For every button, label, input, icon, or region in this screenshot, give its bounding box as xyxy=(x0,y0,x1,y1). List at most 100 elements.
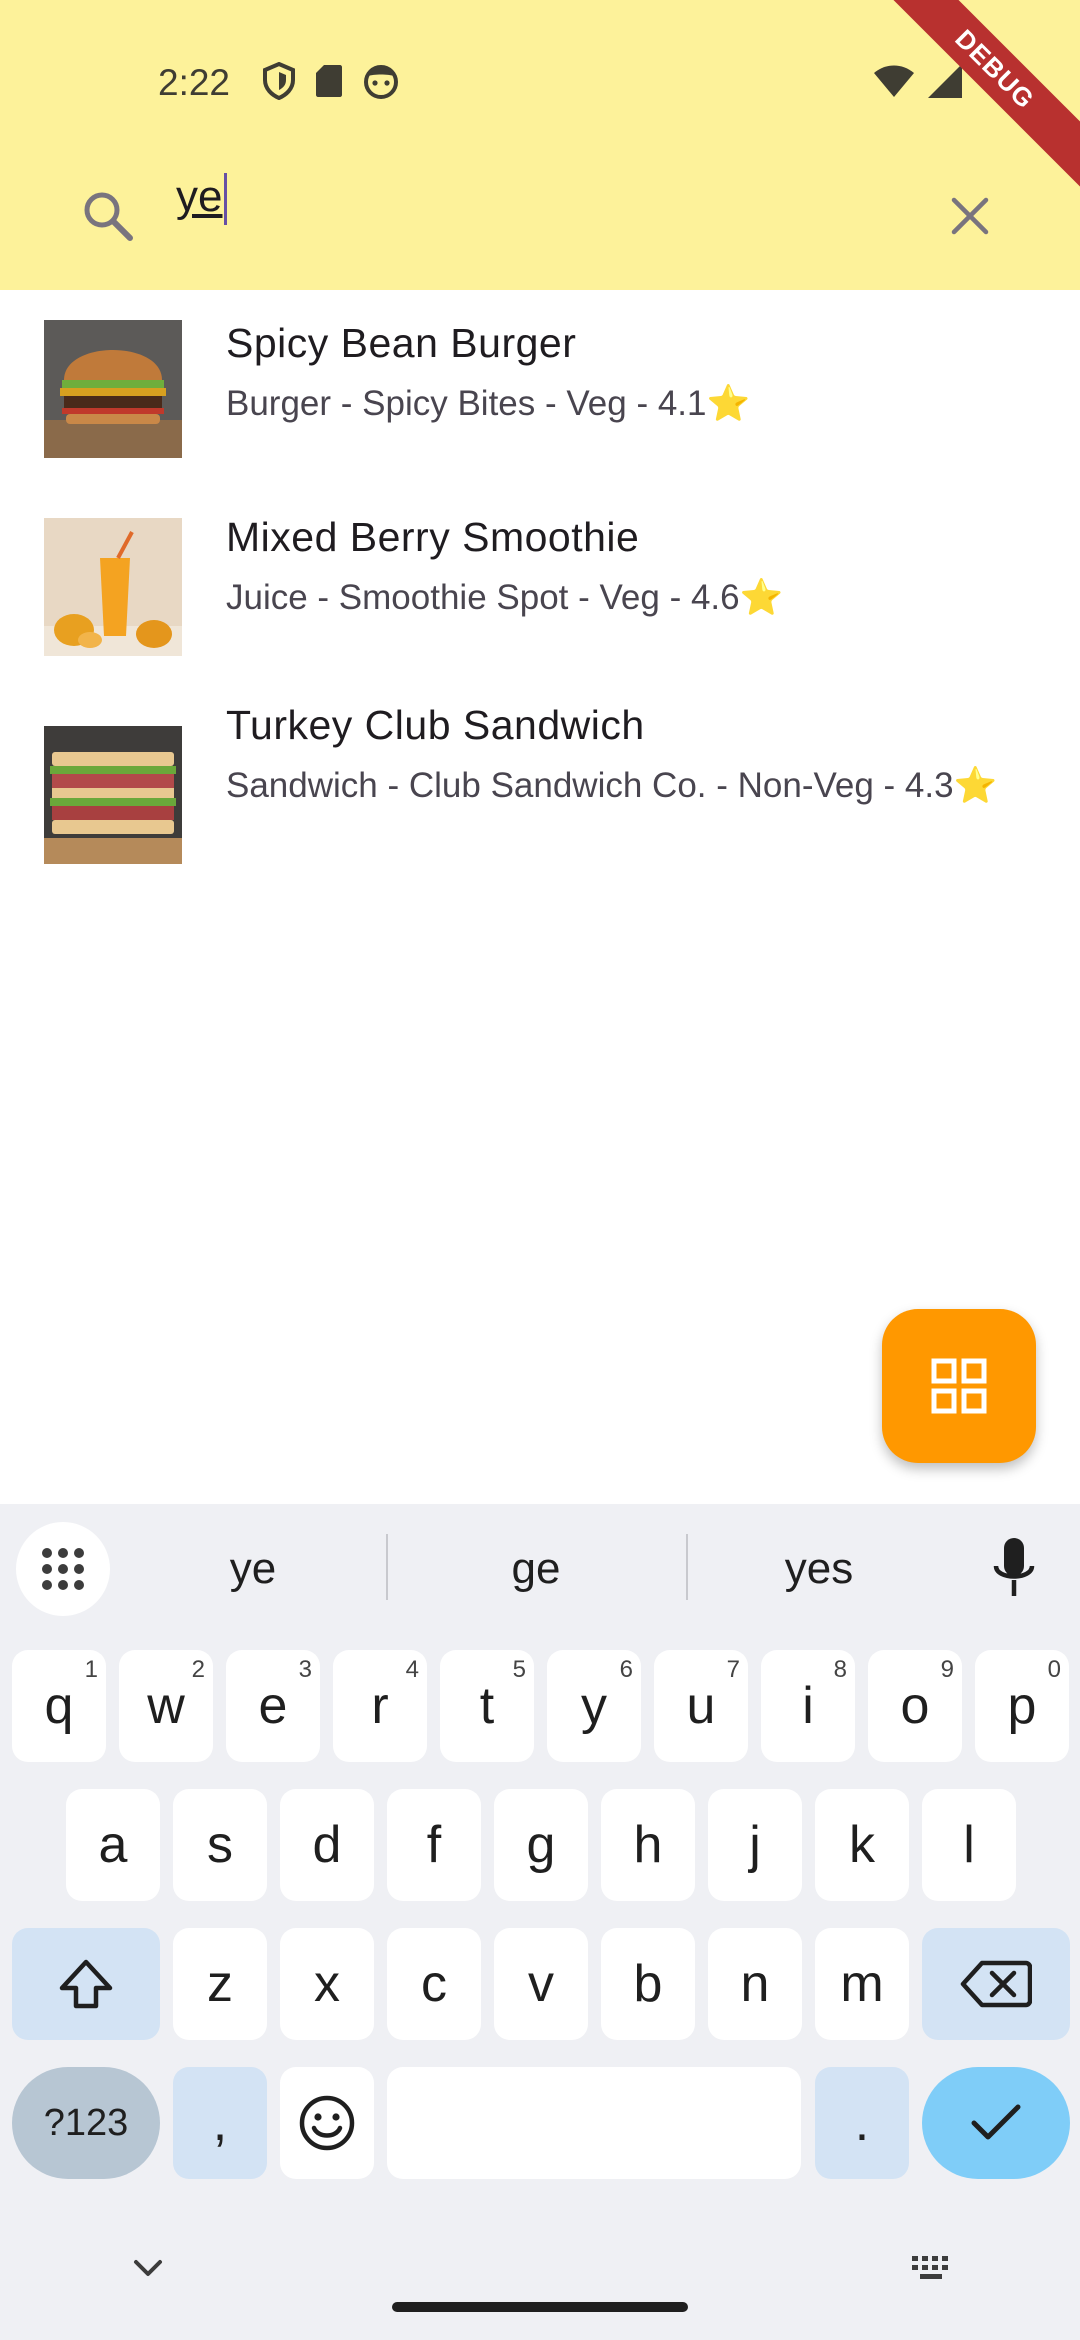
signal-icon xyxy=(928,64,962,98)
wifi-icon xyxy=(874,65,914,97)
status-icons-left xyxy=(262,62,400,100)
search-icon xyxy=(84,192,133,241)
backspace-key[interactable] xyxy=(922,1928,1070,2040)
status-time: 2:22 xyxy=(158,62,231,103)
face-icon xyxy=(364,65,398,99)
key-e[interactable]: e3 xyxy=(226,1650,320,1762)
key-hint: 2 xyxy=(191,1656,205,1683)
space-key[interactable] xyxy=(387,2067,801,2179)
key-i[interactable]: i8 xyxy=(761,1650,855,1762)
item-subtitle: Juice - Smoothie Spot - Veg - 4.6⭐ xyxy=(226,578,784,617)
key-d[interactable]: d xyxy=(280,1789,374,1901)
key-l[interactable]: l xyxy=(922,1789,1016,1901)
key-f[interactable]: f xyxy=(387,1789,481,1901)
key-hint: 6 xyxy=(619,1656,633,1683)
shift-key[interactable] xyxy=(12,1928,160,2040)
suggestion-strip: ye ge yes xyxy=(0,1504,1080,1634)
key-h[interactable]: h xyxy=(601,1789,695,1901)
key-hint: 3 xyxy=(298,1656,312,1683)
enter-key[interactable] xyxy=(922,2067,1070,2179)
key-hint: 8 xyxy=(833,1656,847,1683)
key-c[interactable]: c xyxy=(387,1928,481,2040)
home-indicator[interactable] xyxy=(392,2302,688,2312)
symbols-key[interactable]: ?123 xyxy=(12,2067,160,2179)
key-label: y xyxy=(581,1677,607,1735)
suggestion-2[interactable]: ge xyxy=(436,1544,636,1594)
backspace-icon xyxy=(960,1960,1032,2008)
chevron-down-icon[interactable] xyxy=(132,2258,164,2280)
search-input[interactable]: ye xyxy=(176,172,228,226)
key-n[interactable]: n xyxy=(708,1928,802,2040)
key-label: e xyxy=(258,1677,288,1735)
key-label: r xyxy=(371,1677,389,1735)
item-title: Mixed Berry Smoothie xyxy=(226,514,640,560)
keyboard-menu-button[interactable] xyxy=(16,1522,110,1616)
microphone-icon[interactable] xyxy=(990,1536,1038,1600)
key-x[interactable]: x xyxy=(280,1928,374,2040)
suggestion-1[interactable]: ye xyxy=(153,1544,353,1594)
grid-view-icon xyxy=(931,1358,987,1414)
key-a[interactable]: a xyxy=(66,1789,160,1901)
key-z[interactable]: z xyxy=(173,1928,267,2040)
item-subtitle: Sandwich - Club Sandwich Co. - Non-Veg -… xyxy=(226,766,998,805)
burger-image xyxy=(44,320,182,458)
grid-view-button[interactable] xyxy=(882,1309,1036,1463)
apps-grid-icon xyxy=(42,1548,84,1590)
key-hint: 7 xyxy=(726,1656,740,1683)
key-label: u xyxy=(686,1677,716,1735)
checkmark-icon xyxy=(971,2104,1021,2140)
emoji-key[interactable] xyxy=(280,2067,374,2179)
soft-keyboard: ye ge yes q1 w2 e3 r4 t5 y6 u7 i8 o9 p0 … xyxy=(0,1504,1080,2340)
key-y[interactable]: y6 xyxy=(547,1650,641,1762)
keyboard-nav-row xyxy=(0,2204,1080,2340)
sandwich-image xyxy=(44,726,182,864)
key-hint: 0 xyxy=(1047,1656,1061,1683)
key-w[interactable]: w2 xyxy=(119,1650,213,1762)
key-label: t xyxy=(479,1677,495,1735)
comma-key[interactable]: , xyxy=(173,2067,267,2179)
key-t[interactable]: t5 xyxy=(440,1650,534,1762)
key-g[interactable]: g xyxy=(494,1789,588,1901)
key-p[interactable]: p0 xyxy=(975,1650,1069,1762)
suggestion-divider xyxy=(386,1534,388,1600)
key-v[interactable]: v xyxy=(494,1928,588,2040)
suggestion-3[interactable]: yes xyxy=(719,1544,919,1594)
key-hint: 9 xyxy=(940,1656,954,1683)
shield-icon xyxy=(263,62,295,100)
key-label: o xyxy=(900,1677,930,1735)
text-caret xyxy=(224,173,228,226)
app-header: 2:22 DEBUG ye xyxy=(0,0,1080,290)
key-j[interactable]: j xyxy=(708,1789,802,1901)
emoji-icon xyxy=(299,2095,355,2151)
key-b[interactable]: b xyxy=(601,1928,695,2040)
search-input-value: ye xyxy=(176,172,223,221)
key-q[interactable]: q1 xyxy=(12,1650,106,1762)
key-hint: 1 xyxy=(84,1656,98,1683)
item-title: Turkey Club Sandwich xyxy=(226,702,645,748)
period-key[interactable]: . xyxy=(815,2067,909,2179)
key-label: p xyxy=(1007,1677,1037,1735)
item-title: Spicy Bean Burger xyxy=(226,320,577,366)
search-bar[interactable]: ye xyxy=(0,168,1080,258)
shift-icon xyxy=(59,1959,113,2009)
status-icons-right xyxy=(872,62,964,100)
suggestion-divider xyxy=(686,1534,688,1600)
smoothie-image xyxy=(44,518,182,656)
key-u[interactable]: u7 xyxy=(654,1650,748,1762)
key-k[interactable]: k xyxy=(815,1789,909,1901)
key-r[interactable]: r4 xyxy=(333,1650,427,1762)
list-item[interactable]: Spicy Bean Burger Burger - Spicy Bites -… xyxy=(0,290,1080,480)
key-label: q xyxy=(44,1677,74,1735)
list-item[interactable]: Mixed Berry Smoothie Juice - Smoothie Sp… xyxy=(0,480,1080,678)
close-icon[interactable] xyxy=(946,192,994,240)
sd-card-icon xyxy=(316,65,342,97)
key-hint: 4 xyxy=(405,1656,419,1683)
list-item[interactable]: Turkey Club Sandwich Sandwich - Club San… xyxy=(0,678,1080,918)
key-s[interactable]: s xyxy=(173,1789,267,1901)
item-subtitle: Burger - Spicy Bites - Veg - 4.1⭐ xyxy=(226,384,751,423)
key-label: i xyxy=(802,1677,814,1735)
keyboard-switch-icon[interactable] xyxy=(910,2254,956,2284)
key-m[interactable]: m xyxy=(815,1928,909,2040)
key-label: w xyxy=(147,1677,185,1735)
key-o[interactable]: o9 xyxy=(868,1650,962,1762)
